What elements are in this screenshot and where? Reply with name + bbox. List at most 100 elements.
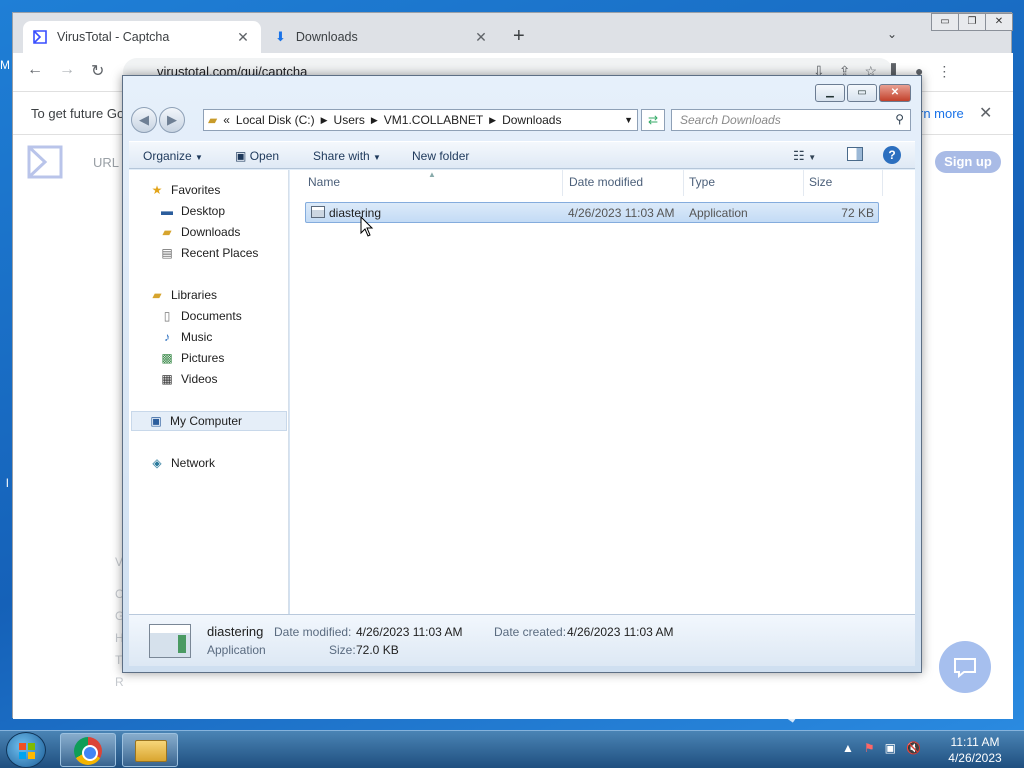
column-divider[interactable] xyxy=(683,170,684,196)
column-divider[interactable] xyxy=(562,170,563,196)
details-date-modified: 4/26/2023 11:03 AM xyxy=(356,625,463,639)
computer-icon: ▣ xyxy=(150,414,162,428)
tab-downloads[interactable]: ⬇ Downloads ✕ xyxy=(265,21,499,53)
desktop-edge-text: M xyxy=(0,58,10,72)
action-center-flag-icon[interactable]: ⚑ xyxy=(864,741,875,755)
share-with-button[interactable]: Share with ▼ xyxy=(313,149,381,163)
column-divider[interactable] xyxy=(803,170,804,196)
explorer-back-icon[interactable]: ◀ xyxy=(131,107,157,133)
view-options-icon[interactable]: ☷ ▼ xyxy=(793,148,816,164)
infobar-learn-more-link[interactable]: rn more xyxy=(919,106,964,121)
nav-my-computer[interactable]: ▣ My Computer xyxy=(131,411,287,431)
details-date-created: 4/26/2023 11:03 AM xyxy=(567,625,674,639)
new-tab-button[interactable]: + xyxy=(513,25,525,48)
nav-label: Desktop xyxy=(181,204,226,218)
tab-title: Downloads xyxy=(295,30,358,44)
address-segment[interactable]: Local Disk (C:) xyxy=(236,113,315,127)
tab-strip: VirusTotal - Captcha ✕ ⬇ Downloads ✕ + ⌄… xyxy=(13,13,1013,53)
chevron-down-icon: ▼ xyxy=(195,153,203,162)
address-segment[interactable]: Users xyxy=(334,113,365,127)
file-size: 72 KB xyxy=(841,206,874,220)
column-header-date-modified[interactable]: Date modified xyxy=(569,175,643,189)
start-button[interactable] xyxy=(6,732,46,768)
system-tray: ▲ ⚑ ▣ 🔇 xyxy=(842,741,921,755)
file-date-modified: 4/26/2023 11:03 AM xyxy=(568,206,675,220)
chevron-right-icon[interactable]: ▶ xyxy=(321,115,328,126)
open-button[interactable]: ▣ Open xyxy=(235,149,279,163)
column-header-type[interactable]: Type xyxy=(689,175,715,189)
nav-libraries[interactable]: ▰ Libraries xyxy=(149,285,309,305)
refresh-icon[interactable]: ⇄ xyxy=(641,109,665,131)
file-type: Application xyxy=(689,206,748,220)
application-large-icon xyxy=(149,624,191,658)
mouse-cursor-icon xyxy=(360,216,374,237)
clock-date: 4/26/2023 xyxy=(948,751,1002,765)
page-text-fragment: R xyxy=(115,675,124,689)
address-segment[interactable]: VM1.COLLABNET xyxy=(384,113,483,127)
pictures-icon: ▩ xyxy=(161,351,173,365)
videos-icon: ▦ xyxy=(161,372,173,386)
explorer-maximize-button[interactable]: ▭ xyxy=(847,84,877,102)
nav-label: Network xyxy=(171,456,216,470)
address-overflow[interactable]: « xyxy=(223,113,230,127)
application-icon xyxy=(311,206,325,218)
chevron-down-icon[interactable]: ▼ xyxy=(624,115,633,125)
search-placeholder: Search Downloads xyxy=(680,113,781,127)
chevron-right-icon[interactable]: ▶ xyxy=(489,115,496,126)
explorer-search-input[interactable]: Search Downloads ⚲ xyxy=(671,109,911,131)
address-segment[interactable]: Downloads xyxy=(502,113,561,127)
help-icon[interactable]: ? xyxy=(883,146,901,164)
column-header-name[interactable]: Name xyxy=(308,175,340,189)
nav-network[interactable]: ◈ Network xyxy=(149,453,309,473)
explorer-close-button[interactable]: ✕ xyxy=(879,84,911,102)
chrome-window-controls: ▭ ❐ ✕ xyxy=(931,13,1013,31)
clock[interactable]: 11:11 AM 4/26/2023 xyxy=(940,734,1010,766)
tab-search-chevron-icon[interactable]: ⌄ xyxy=(887,27,897,41)
details-type: Application xyxy=(207,643,266,657)
nav-favorites[interactable]: ★ Favorites xyxy=(149,180,309,200)
sort-ascending-icon: ▲ xyxy=(428,170,436,179)
recent-places-icon: ▤ xyxy=(161,246,173,260)
organize-button[interactable]: Organize ▼ xyxy=(143,149,203,163)
menu-icon[interactable]: ⋮ xyxy=(937,63,951,80)
sign-up-button[interactable]: Sign up xyxy=(935,151,1001,173)
show-hidden-icons-icon[interactable]: ▲ xyxy=(842,741,854,755)
column-divider[interactable] xyxy=(882,170,883,196)
explorer-forward-icon[interactable]: ▶ xyxy=(159,107,185,133)
tab-virustotal[interactable]: VirusTotal - Captcha ✕ xyxy=(23,21,261,53)
new-folder-button[interactable]: New folder xyxy=(412,149,469,163)
organize-label: Organize xyxy=(143,149,192,163)
open-icon: ▣ xyxy=(235,149,247,163)
tab-close-icon[interactable]: ✕ xyxy=(473,29,489,46)
explorer-window-controls: ▁ ▭ ✕ xyxy=(815,84,911,102)
music-icon: ♪ xyxy=(164,330,170,344)
infobar-close-icon[interactable]: ✕ xyxy=(979,103,992,123)
nav-label: Favorites xyxy=(171,183,221,197)
folder-icon: ▰ xyxy=(208,113,218,127)
reload-icon[interactable]: ↻ xyxy=(91,61,104,81)
back-icon[interactable]: ← xyxy=(27,61,43,79)
tab-close-icon[interactable]: ✕ xyxy=(235,29,251,46)
maximize-button[interactable]: ❐ xyxy=(958,13,986,31)
windows-logo-icon xyxy=(19,743,35,759)
url-tab-label[interactable]: URL xyxy=(93,155,119,170)
network-icon: ◈ xyxy=(152,456,162,470)
taskbar-explorer-button[interactable] xyxy=(122,733,178,767)
chevron-right-icon[interactable]: ▶ xyxy=(371,115,378,126)
explorer-minimize-button[interactable]: ▁ xyxy=(815,84,845,102)
explorer-address-bar[interactable]: ▰ « Local Disk (C:) ▶ Users ▶ VM1.COLLAB… xyxy=(203,109,638,131)
details-name: diastering xyxy=(207,624,264,639)
network-tray-icon[interactable]: ▣ xyxy=(885,741,896,755)
column-header-size[interactable]: Size xyxy=(809,175,832,189)
chat-button[interactable] xyxy=(939,641,991,693)
forward-icon[interactable]: → xyxy=(59,61,75,79)
volume-muted-icon[interactable]: 🔇 xyxy=(906,741,921,755)
taskbar-chrome-button[interactable] xyxy=(60,733,116,767)
close-button[interactable]: ✕ xyxy=(985,13,1013,31)
preview-pane-icon[interactable] xyxy=(847,147,863,161)
minimize-button[interactable]: ▭ xyxy=(931,13,959,31)
chevron-down-icon: ▼ xyxy=(373,153,381,162)
desktop-icon: ▬ xyxy=(161,204,173,218)
file-row-selected[interactable]: diastering 4/26/2023 11:03 AM Applicatio… xyxy=(305,202,879,223)
explorer-window: ▁ ▭ ✕ ◀ ▶ ▰ « Local Disk (C:) ▶ Users ▶ … xyxy=(122,75,922,673)
